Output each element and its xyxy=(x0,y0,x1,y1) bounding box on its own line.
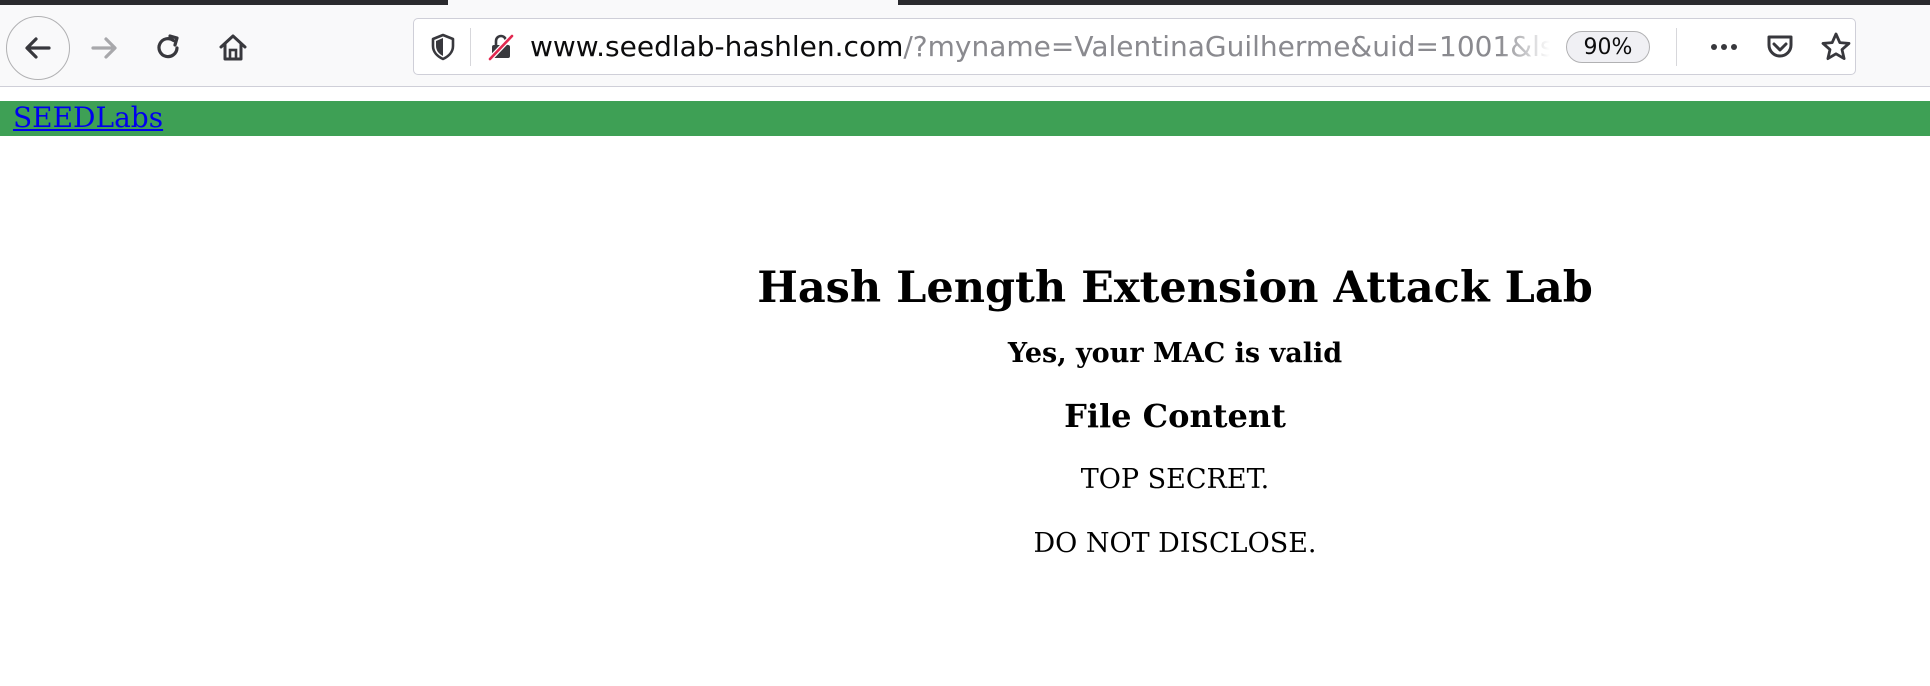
pocket-button[interactable] xyxy=(1760,27,1800,67)
reload-button[interactable] xyxy=(136,16,200,80)
back-arrow-icon xyxy=(25,37,51,59)
page-actions-button[interactable] xyxy=(1704,27,1744,67)
reload-icon xyxy=(157,34,179,59)
home-icon xyxy=(219,34,247,61)
zoom-level-button[interactable]: 90% xyxy=(1566,31,1650,63)
url-host: www.seedlab-hashlen.com xyxy=(530,30,904,63)
file-content-line: DO NOT DISCLOSE. xyxy=(1033,528,1317,559)
forward-button[interactable] xyxy=(72,16,136,80)
browser-toolbar: www.seedlab-hashlen.com/?myname=Valentin… xyxy=(0,5,1930,87)
address-bar[interactable]: www.seedlab-hashlen.com/?myname=Valentin… xyxy=(413,18,1856,75)
forward-arrow-icon xyxy=(91,37,117,59)
insecure-lock-icon xyxy=(487,33,515,62)
bookmark-button[interactable] xyxy=(1816,27,1856,67)
more-actions-icon xyxy=(1711,44,1737,50)
bookmark-star-icon xyxy=(1821,32,1851,60)
brand-bar xyxy=(0,101,1930,136)
mac-status-message: Yes, your MAC is valid xyxy=(1007,338,1343,369)
main-content: Hash Length Extension Attack Lab Yes, yo… xyxy=(700,256,1650,564)
seedlabs-home-link[interactable]: SEEDLabs xyxy=(13,99,163,137)
back-button[interactable] xyxy=(6,16,70,80)
shield-icon xyxy=(431,33,455,61)
page-title: Hash Length Extension Attack Lab xyxy=(757,263,1593,313)
tracking-protection-button[interactable] xyxy=(426,30,460,64)
page-actions-separator xyxy=(1676,28,1677,66)
url-path: /?myname=ValentinaGuilherme&uid=1001&lst… xyxy=(903,30,1550,63)
connection-info-button[interactable] xyxy=(484,30,518,64)
url-text[interactable]: www.seedlab-hashlen.com/?myname=Valentin… xyxy=(530,19,1550,74)
home-button[interactable] xyxy=(201,16,265,80)
address-bar-separator xyxy=(470,28,471,66)
pocket-icon xyxy=(1767,35,1793,58)
file-content-heading: File Content xyxy=(1064,397,1286,435)
file-content-line: TOP SECRET. xyxy=(1080,464,1270,495)
